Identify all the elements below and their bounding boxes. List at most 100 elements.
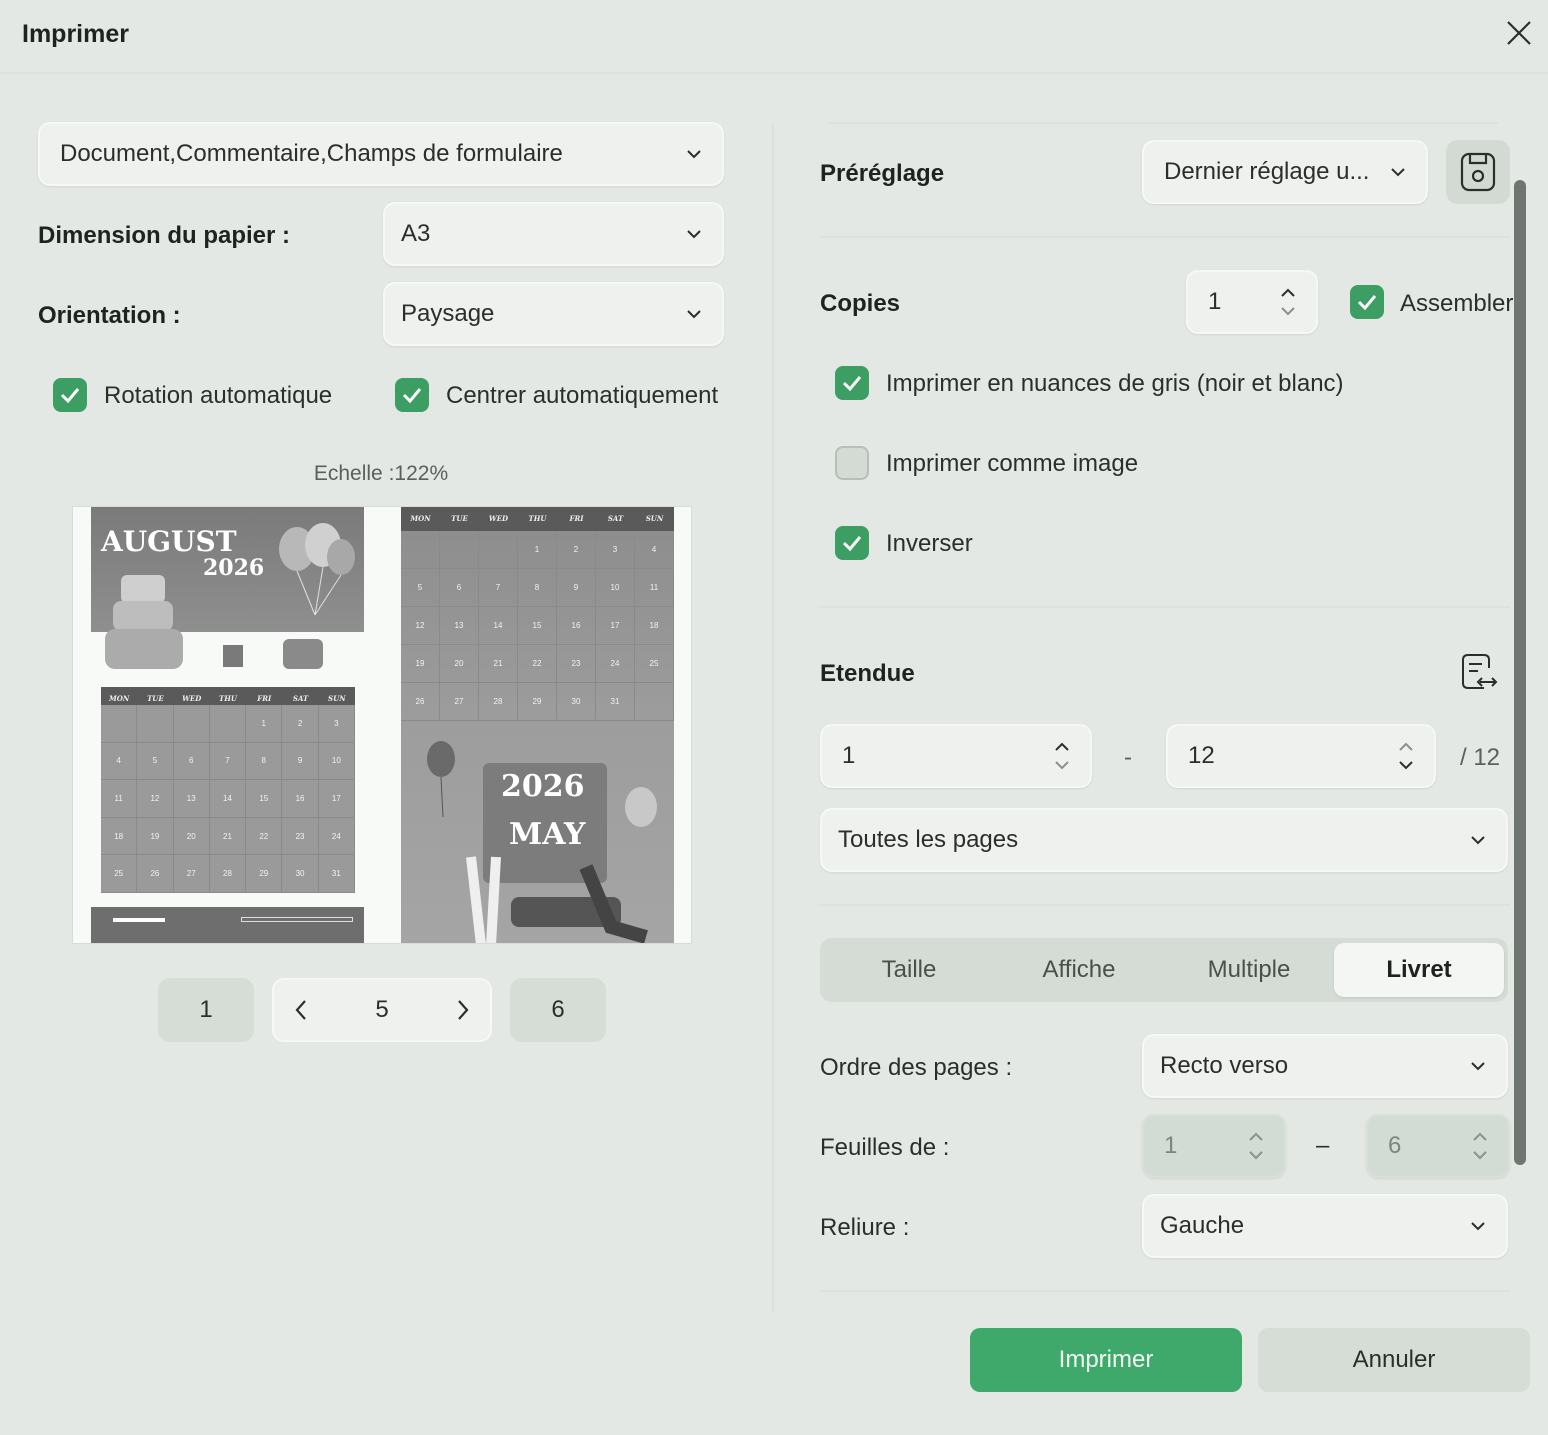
reverse-checkbox[interactable] [835, 526, 869, 560]
calendar-day: 27 [440, 683, 479, 721]
calendar-day: 7 [479, 569, 518, 607]
chevron-down-icon[interactable] [1248, 1150, 1264, 1160]
calendar-day: 25 [101, 855, 138, 893]
calendar-day: 30 [282, 855, 319, 893]
divider [820, 1290, 1510, 1292]
calendar-day: 31 [596, 683, 635, 721]
chevron-right-icon[interactable] [456, 999, 470, 1021]
chevron-down-icon [1471, 836, 1485, 845]
grayscale-checkbox[interactable] [835, 366, 869, 400]
calendar-day: 23 [282, 817, 319, 856]
pages-subset-select[interactable]: Toutes les pages [820, 808, 1508, 872]
calendar-day: 21 [479, 645, 518, 683]
tab-multiple[interactable]: Multiple [1164, 943, 1334, 997]
copies-stepper[interactable]: 1 [1186, 270, 1318, 334]
chevron-left-icon[interactable] [294, 999, 308, 1021]
sheets-to-value: 6 [1388, 1132, 1402, 1159]
calendar-day: 12 [401, 607, 440, 645]
chevron-down-icon[interactable] [1280, 306, 1296, 316]
tab-livret[interactable]: Livret [1334, 943, 1504, 997]
paper-size-select[interactable]: A3 [383, 202, 724, 266]
page-navigator: 5 [272, 978, 492, 1042]
chevron-down-icon[interactable] [1054, 760, 1070, 770]
calendar-day [209, 705, 247, 743]
balloons-icon [279, 523, 355, 616]
chevron-up-icon[interactable] [1280, 288, 1296, 298]
chevron-up-icon[interactable] [1248, 1132, 1264, 1142]
calendar-day: 7 [209, 742, 247, 781]
chevron-up-icon[interactable] [1472, 1132, 1488, 1142]
preview-august-hero: AUGUST 2026 [91, 507, 364, 669]
calendar-day: 30 [557, 683, 596, 721]
divider [820, 904, 1510, 906]
print-as-image-label: Imprimer comme image [886, 450, 1139, 477]
calendar-day: 9 [282, 742, 319, 781]
swap-range-icon[interactable] [1460, 652, 1500, 692]
auto-center-label: Centrer automatiquement [446, 382, 719, 409]
last-page-button[interactable]: 6 [510, 978, 606, 1042]
sheets-from-stepper[interactable]: 1 [1142, 1114, 1286, 1178]
calendar-day: 27 [173, 855, 210, 893]
chevron-down-icon [687, 150, 701, 159]
range-total: / 12 [1460, 744, 1501, 771]
chevron-down-icon[interactable] [1398, 760, 1414, 770]
close-icon[interactable] [1500, 14, 1538, 52]
weekday-label: SUN [645, 514, 664, 523]
calendar-day: 4 [635, 531, 674, 569]
range-to-stepper[interactable]: 12 [1166, 724, 1436, 788]
tab-affiche[interactable]: Affiche [994, 943, 1164, 997]
save-preset-button[interactable] [1446, 140, 1510, 204]
preset-select[interactable]: Dernier réglage u... [1142, 140, 1428, 204]
binding-label: Reliure : [820, 1214, 910, 1241]
first-page-button[interactable]: 1 [158, 978, 254, 1042]
tab-taille[interactable]: Taille [824, 943, 994, 997]
calendar-day: 20 [440, 645, 479, 683]
check-icon [1357, 295, 1377, 311]
chevron-up-icon[interactable] [1054, 742, 1070, 752]
auto-rotate-checkbox[interactable] [53, 378, 87, 412]
calendar-day: 2 [557, 531, 596, 569]
calendar-day: 22 [518, 645, 557, 683]
check-icon [842, 536, 862, 552]
print-as-image-checkbox[interactable] [835, 446, 869, 480]
orientation-select[interactable]: Paysage [383, 282, 724, 346]
calendar-day: 9 [557, 569, 596, 607]
calendar-day: 29 [518, 683, 557, 721]
print-button[interactable]: Imprimer [970, 1328, 1242, 1392]
range-from-stepper[interactable]: 1 [820, 724, 1092, 788]
calendar-day: 22 [246, 817, 283, 856]
calendar-day: 17 [596, 607, 635, 645]
divider [820, 236, 1510, 238]
auto-center-checkbox[interactable] [395, 378, 429, 412]
copies-label: Copies [820, 290, 901, 317]
content-select-value: Document,Commentaire,Champs de formulair… [60, 140, 563, 167]
check-icon [842, 376, 862, 392]
page-order-select[interactable]: Recto verso [1142, 1034, 1508, 1098]
calendar-day: 16 [282, 780, 319, 818]
calendar-day: 11 [635, 569, 674, 607]
calendar-day: 12 [137, 780, 174, 818]
layout-tabs: Taille Affiche Multiple Livret [820, 938, 1508, 1002]
calendar-day: 26 [401, 683, 440, 721]
content-select[interactable]: Document,Commentaire,Champs de formulair… [38, 122, 724, 186]
scrollbar[interactable] [1514, 180, 1526, 1165]
copies-value: 1 [1208, 288, 1222, 315]
calendar-day: 16 [557, 607, 596, 645]
sheets-to-stepper[interactable]: 6 [1366, 1114, 1510, 1178]
calendar-day: 15 [246, 780, 283, 818]
calendar-day: 2 [282, 705, 319, 743]
chevron-up-icon[interactable] [1398, 742, 1414, 752]
calendar-day [479, 531, 518, 569]
calendar-day: 21 [209, 817, 247, 856]
chevron-down-icon [687, 230, 701, 239]
weekday-label: WED [182, 694, 202, 703]
binding-select[interactable]: Gauche [1142, 1194, 1508, 1258]
range-separator: - [1124, 744, 1132, 771]
calendar-day: 14 [209, 780, 247, 818]
calendar-day: 6 [173, 742, 210, 781]
collate-checkbox[interactable] [1350, 285, 1384, 319]
cancel-button[interactable]: Annuler [1258, 1328, 1530, 1392]
chevron-down-icon[interactable] [1472, 1150, 1488, 1160]
page-order-value: Recto verso [1160, 1052, 1289, 1079]
sheets-from-value: 1 [1164, 1132, 1178, 1159]
